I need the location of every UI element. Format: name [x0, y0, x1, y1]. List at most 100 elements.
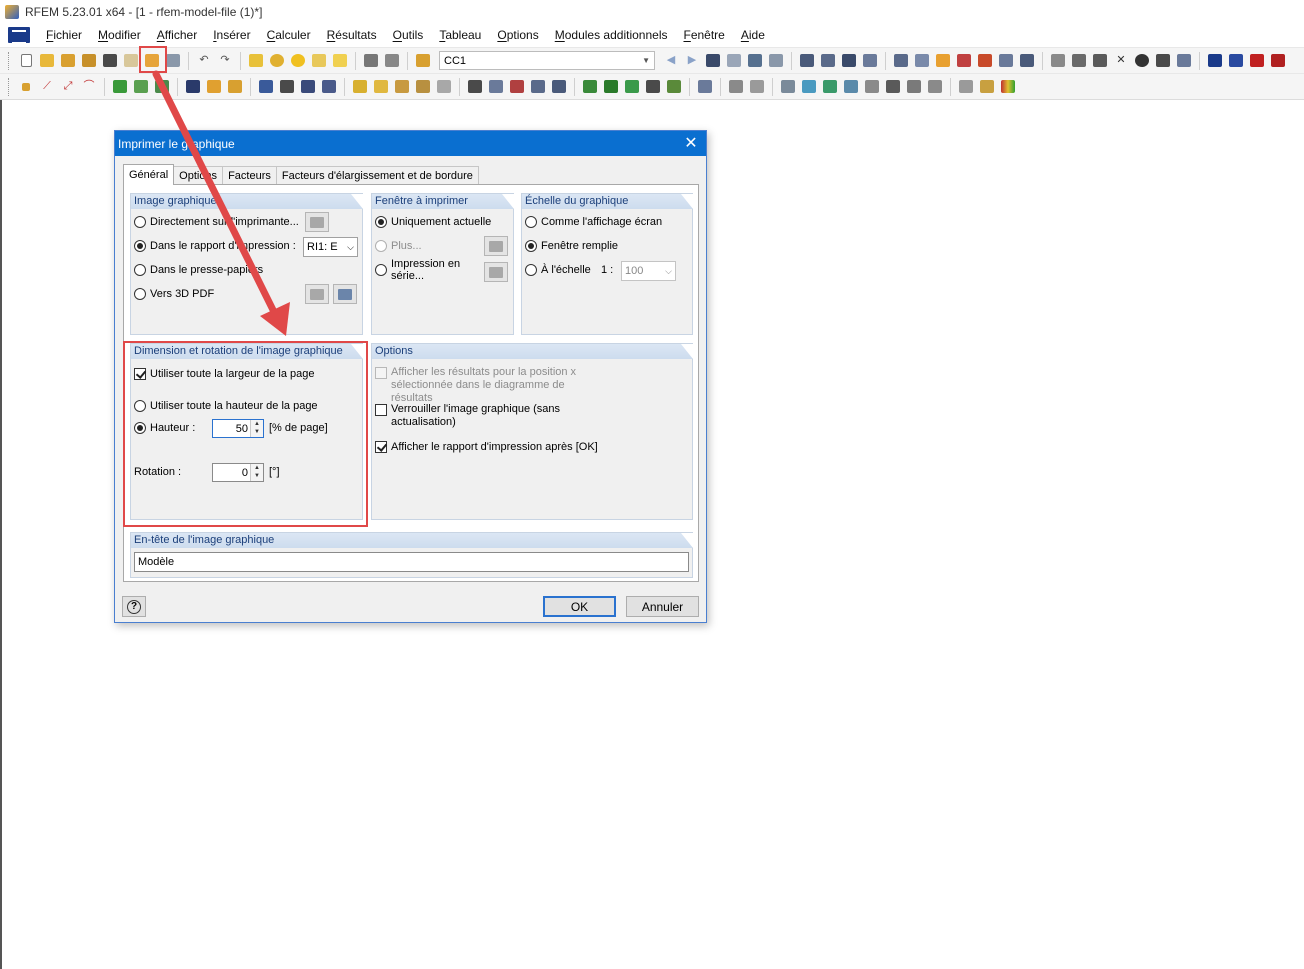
arc-icon[interactable]: ⌒	[80, 78, 98, 96]
mesh-icon[interactable]	[892, 52, 910, 70]
search-model-icon[interactable]	[487, 78, 505, 96]
axis-icon[interactable]	[1070, 52, 1088, 70]
menu-calculer[interactable]: Calculer	[259, 28, 319, 42]
values-xx-icon[interactable]	[767, 52, 785, 70]
document-icon[interactable]	[957, 78, 975, 96]
select-icon[interactable]	[310, 52, 328, 70]
next-icon[interactable]: ▶	[683, 52, 701, 70]
open-folder-icon[interactable]	[38, 52, 56, 70]
mirror-icon[interactable]	[1091, 52, 1109, 70]
nodes-icon[interactable]	[913, 52, 931, 70]
block-icon[interactable]	[320, 78, 338, 96]
option-clipboard[interactable]: Dans le presse-papiers	[134, 264, 263, 276]
menu-outils[interactable]: Outils	[385, 28, 432, 42]
export-icon[interactable]	[1206, 52, 1224, 70]
deformation-icon[interactable]	[725, 52, 743, 70]
color-scale-icon[interactable]	[999, 78, 1017, 96]
help-button[interactable]: ?	[122, 596, 146, 617]
menu-tableau[interactable]: Tableau	[431, 28, 489, 42]
table-icon[interactable]	[362, 52, 380, 70]
render-icon[interactable]	[1133, 52, 1151, 70]
print-preview-icon[interactable]	[164, 52, 182, 70]
hinges-icon[interactable]	[1018, 52, 1036, 70]
zoom-icon[interactable]	[268, 52, 286, 70]
checkbox-lock[interactable]	[375, 404, 387, 416]
option-screen[interactable]: Comme l'affichage écran	[525, 216, 662, 228]
tab-general[interactable]: Général	[123, 164, 175, 185]
support-icon[interactable]	[184, 78, 202, 96]
option-3dpdf[interactable]: Vers 3D PDF	[134, 288, 214, 300]
edit-pen-icon[interactable]	[247, 52, 265, 70]
tab-facteurs-elargissement[interactable]: Facteurs d'élargissement et de bordure	[275, 166, 479, 184]
visibility-icon[interactable]	[696, 78, 714, 96]
values-icon[interactable]	[746, 52, 764, 70]
menu-aide[interactable]: Aide	[733, 28, 773, 42]
comment-icon[interactable]	[748, 78, 766, 96]
open-model-icon[interactable]	[59, 52, 77, 70]
radio-scale[interactable]	[525, 264, 537, 276]
checkbox-full-width[interactable]	[134, 368, 146, 380]
save-icon[interactable]	[101, 52, 119, 70]
view-frame-icon[interactable]	[840, 52, 858, 70]
camera-icon[interactable]	[1154, 52, 1172, 70]
grid-icon[interactable]	[383, 52, 401, 70]
option-report[interactable]: Dans le rapport d'impression :	[134, 240, 296, 252]
option-more[interactable]: Plus...	[375, 240, 422, 252]
option-show-report[interactable]: Afficher le rapport d'impression après […	[375, 441, 598, 453]
imposed-load-icon[interactable]	[435, 78, 453, 96]
box-icon[interactable]	[257, 78, 275, 96]
menu-modules-additionnels[interactable]: Modules additionnels	[547, 28, 676, 42]
solid-load-icon[interactable]	[414, 78, 432, 96]
solids-icon[interactable]	[976, 52, 994, 70]
option-lock[interactable]: Verrouiller l'image graphique (sans actu…	[375, 403, 575, 429]
ruler-icon[interactable]	[863, 78, 881, 96]
surface-icon[interactable]	[153, 78, 171, 96]
pdf-icon[interactable]	[1248, 52, 1266, 70]
menu-options[interactable]: Options	[489, 28, 546, 42]
option-serial[interactable]: Impression en série...	[375, 258, 469, 282]
redo-icon[interactable]: ↷	[216, 52, 234, 70]
rotation-spinner[interactable]: 0 ▲ ▼	[212, 463, 264, 482]
node-load-icon[interactable]	[351, 78, 369, 96]
spinner-arrows-icon[interactable]: ▲ ▼	[250, 464, 263, 481]
radio-height[interactable]	[134, 422, 146, 434]
radio-3dpdf[interactable]	[134, 288, 146, 300]
new-file-icon[interactable]	[17, 52, 35, 70]
cubes-icon[interactable]	[550, 78, 568, 96]
axis-y-icon[interactable]	[602, 78, 620, 96]
checkbox-show-report[interactable]	[375, 441, 387, 453]
frame-icon[interactable]	[278, 78, 296, 96]
menu-fichier[interactable]: Fichier	[38, 28, 90, 42]
hinge-icon[interactable]	[226, 78, 244, 96]
axis-x-icon[interactable]	[581, 78, 599, 96]
radio-current[interactable]	[375, 216, 387, 228]
node-icon[interactable]	[17, 78, 35, 96]
axis-xyz-icon[interactable]	[644, 78, 662, 96]
open-block-icon[interactable]	[80, 52, 98, 70]
option-printer[interactable]: Directement sur l'imprimante...	[134, 216, 299, 228]
layer-icon[interactable]	[821, 78, 839, 96]
delete-icon[interactable]: ✕	[1112, 52, 1130, 70]
menu-afficher[interactable]: Afficher	[149, 28, 205, 42]
radio-more[interactable]	[375, 240, 387, 252]
window-icon[interactable]	[331, 52, 349, 70]
menu-resultats[interactable]: Résultats	[319, 28, 385, 42]
brush-icon[interactable]	[978, 78, 996, 96]
tab-facteurs[interactable]: Facteurs	[222, 166, 277, 184]
radio-report[interactable]	[134, 240, 146, 252]
view-rotate-icon[interactable]	[798, 52, 816, 70]
load-icon[interactable]	[205, 78, 223, 96]
coordinate-icon[interactable]	[905, 78, 923, 96]
dimension-icon[interactable]	[727, 78, 745, 96]
pdf-preview-button[interactable]	[333, 284, 357, 304]
polyline-icon[interactable]: ⤢	[59, 78, 77, 96]
load-case-icon[interactable]	[414, 52, 432, 70]
option-fill[interactable]: Fenêtre remplie	[525, 240, 618, 252]
previous-icon[interactable]: ◀	[662, 52, 680, 70]
grid-layout-icon[interactable]	[884, 78, 902, 96]
member-icon[interactable]	[111, 78, 129, 96]
check-icon[interactable]	[466, 78, 484, 96]
ok-button[interactable]: OK	[543, 596, 616, 617]
target-icon[interactable]	[289, 52, 307, 70]
undo-icon[interactable]: ↶	[195, 52, 213, 70]
